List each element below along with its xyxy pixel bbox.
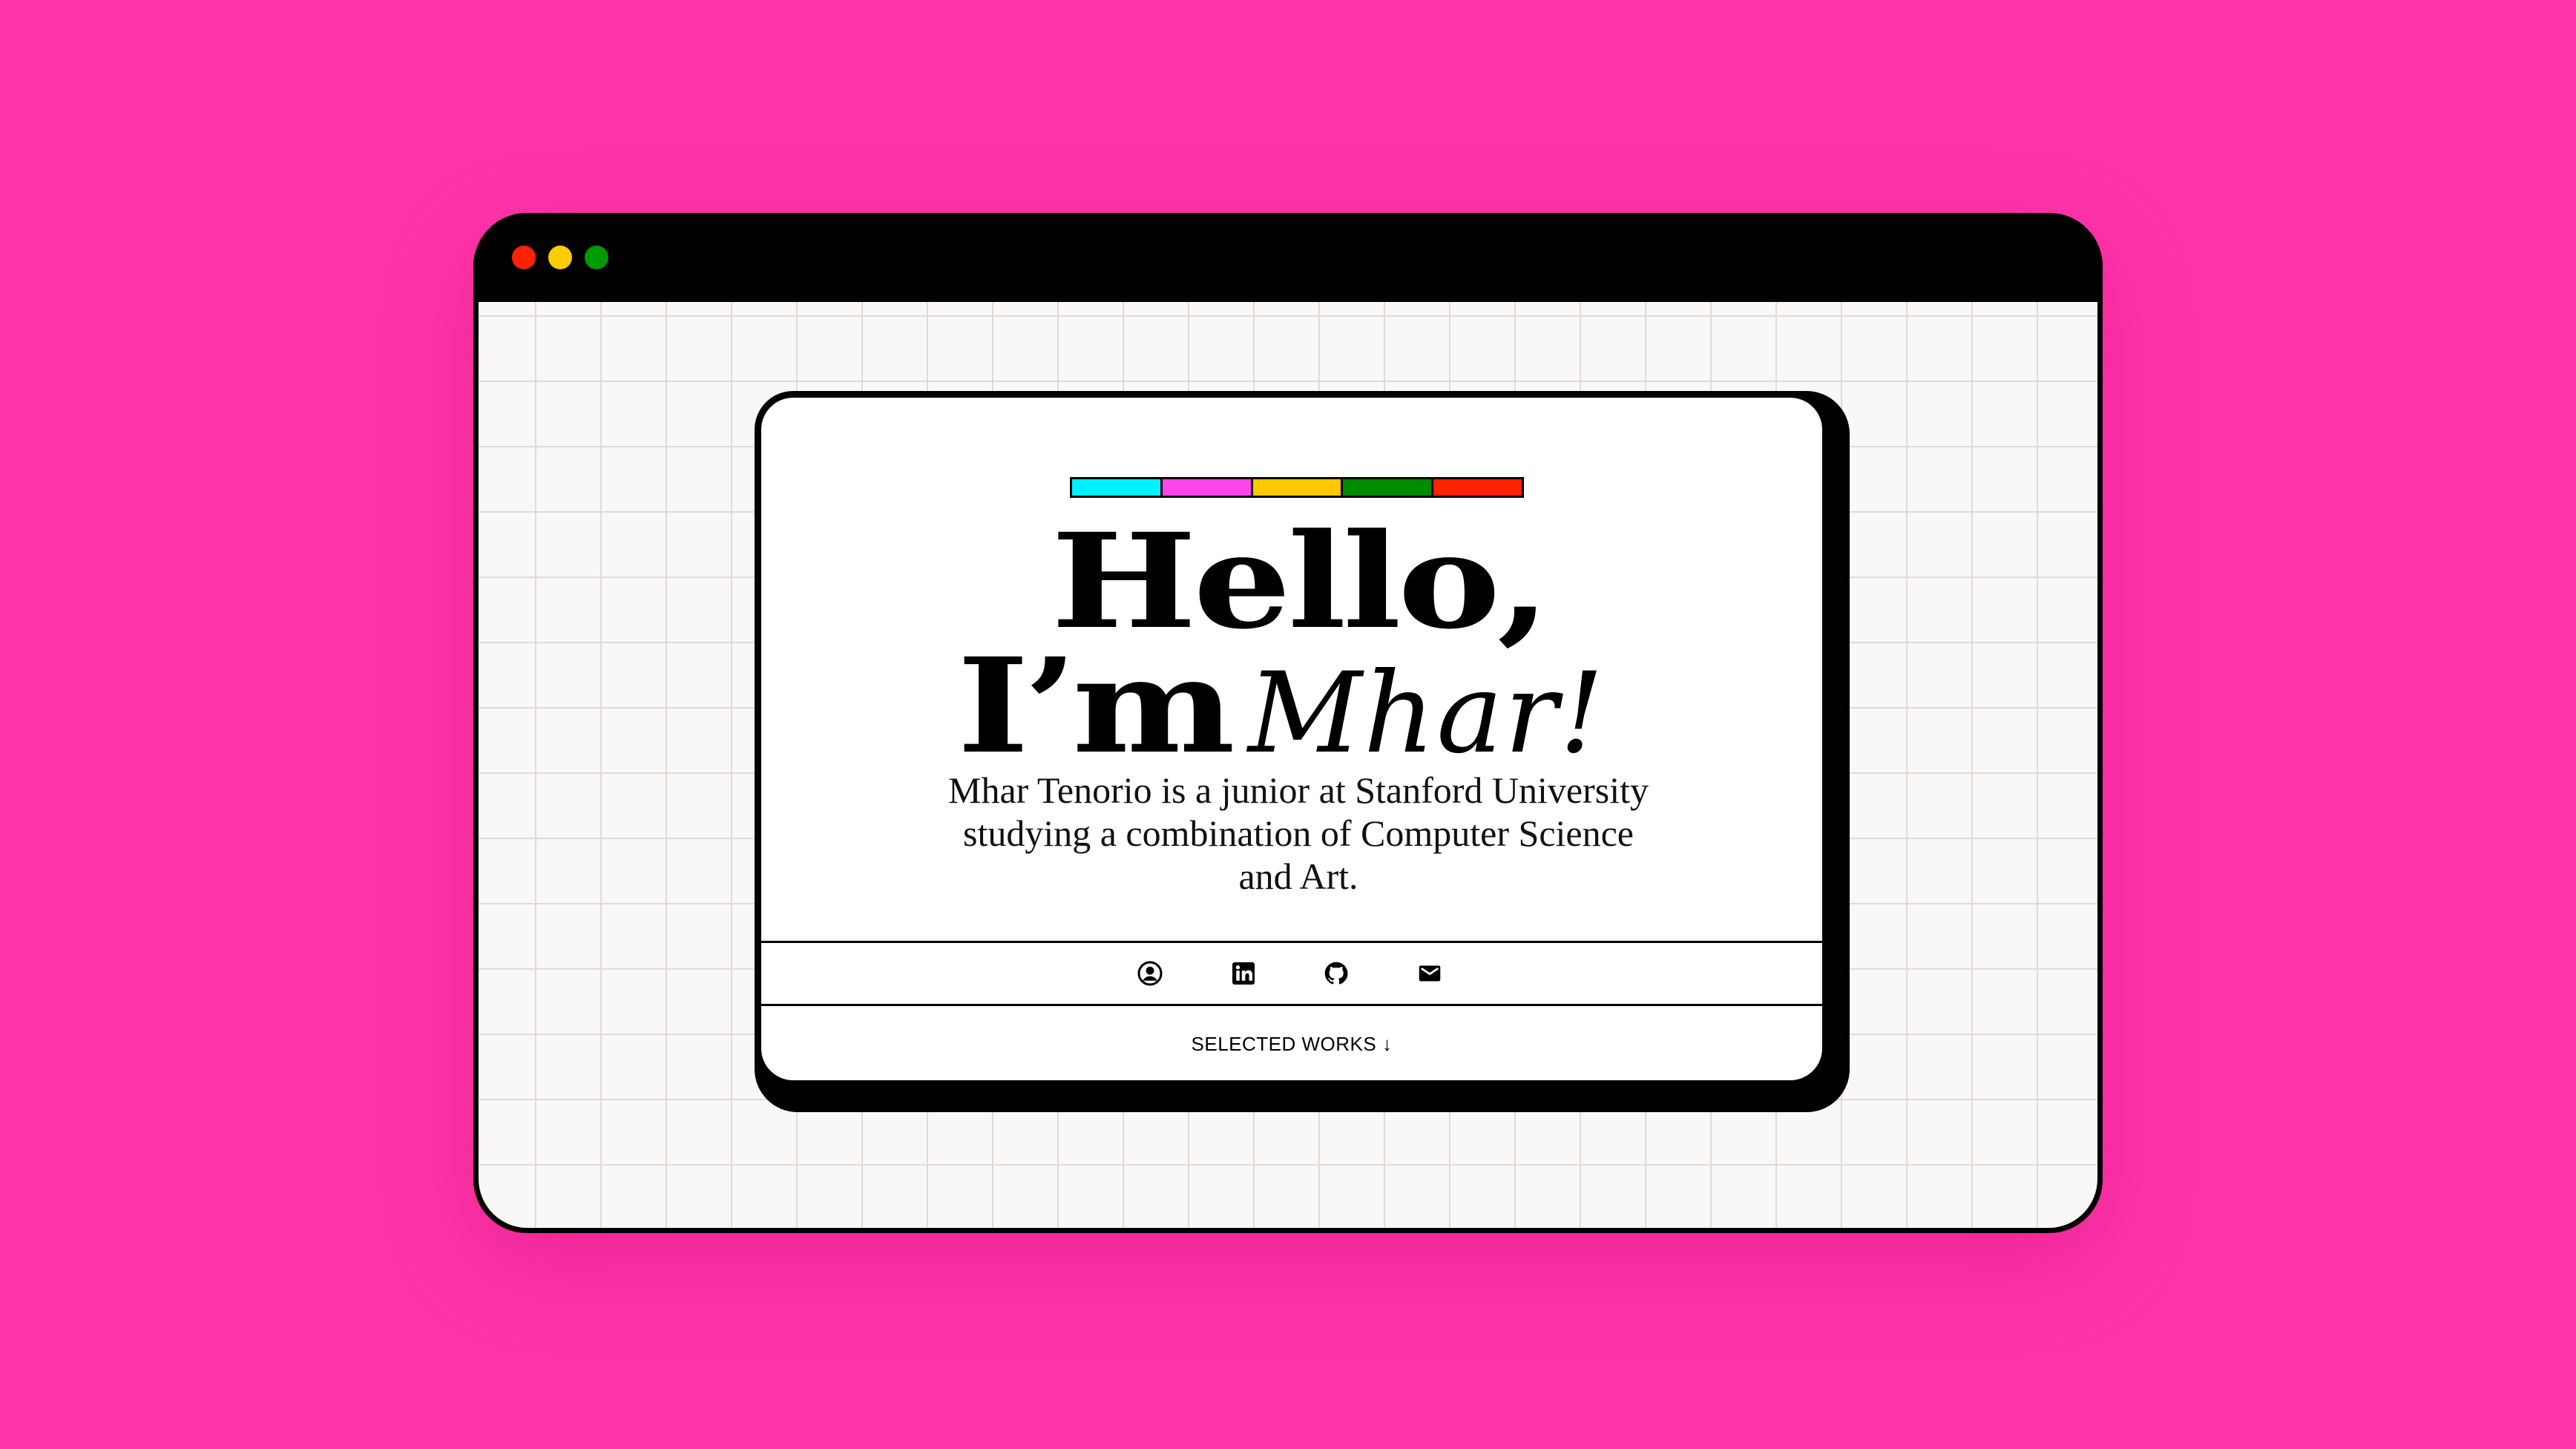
minimize-window-dot[interactable] (548, 246, 572, 269)
hero-name: Mhar! (1248, 649, 1606, 778)
browser-window: Hello, I’m Mhar! Mhar Tenorio is a junior… (473, 213, 2103, 1233)
profile-link[interactable] (1137, 960, 1163, 987)
linkedin-icon (1230, 960, 1257, 987)
linkedin-link[interactable] (1230, 960, 1257, 987)
color-stripe-yellow (1252, 479, 1344, 496)
color-stripe-magenta (1162, 479, 1253, 496)
mail-icon (1416, 960, 1443, 987)
github-icon (1323, 960, 1350, 987)
user-circle-icon (1137, 960, 1163, 987)
github-link[interactable] (1323, 960, 1350, 987)
maximize-window-dot[interactable] (585, 246, 608, 269)
pink-backdrop: Hello, I’m Mhar! Mhar Tenorio is a junior… (0, 0, 2576, 1449)
color-stripe-cyan (1072, 479, 1163, 496)
browser-titlebar (473, 213, 2103, 302)
hero-im: I’m (957, 629, 1235, 783)
close-window-dot[interactable] (512, 246, 536, 269)
hero-heading: Hello, I’m Mhar! (761, 516, 1822, 783)
page-viewport: Hello, I’m Mhar! Mhar Tenorio is a junior… (479, 302, 2097, 1228)
hero-line-intro: I’m Mhar! (761, 629, 1822, 783)
bio-text: Mhar Tenorio is a junior at Stanford Uni… (947, 769, 1649, 897)
hero-line-hello: Hello, (1051, 505, 1551, 658)
color-stripe-red (1433, 479, 1522, 496)
color-stripe-green (1343, 479, 1434, 496)
social-links (761, 943, 1822, 1004)
email-link[interactable] (1416, 960, 1443, 987)
color-stripe (1070, 477, 1524, 498)
intro-card: Hello, I’m Mhar! Mhar Tenorio is a junior… (755, 391, 1829, 1087)
divider-bottom (761, 1004, 1822, 1006)
selected-works-link[interactable]: SELECTED WORKS ↓ (761, 1033, 1822, 1056)
